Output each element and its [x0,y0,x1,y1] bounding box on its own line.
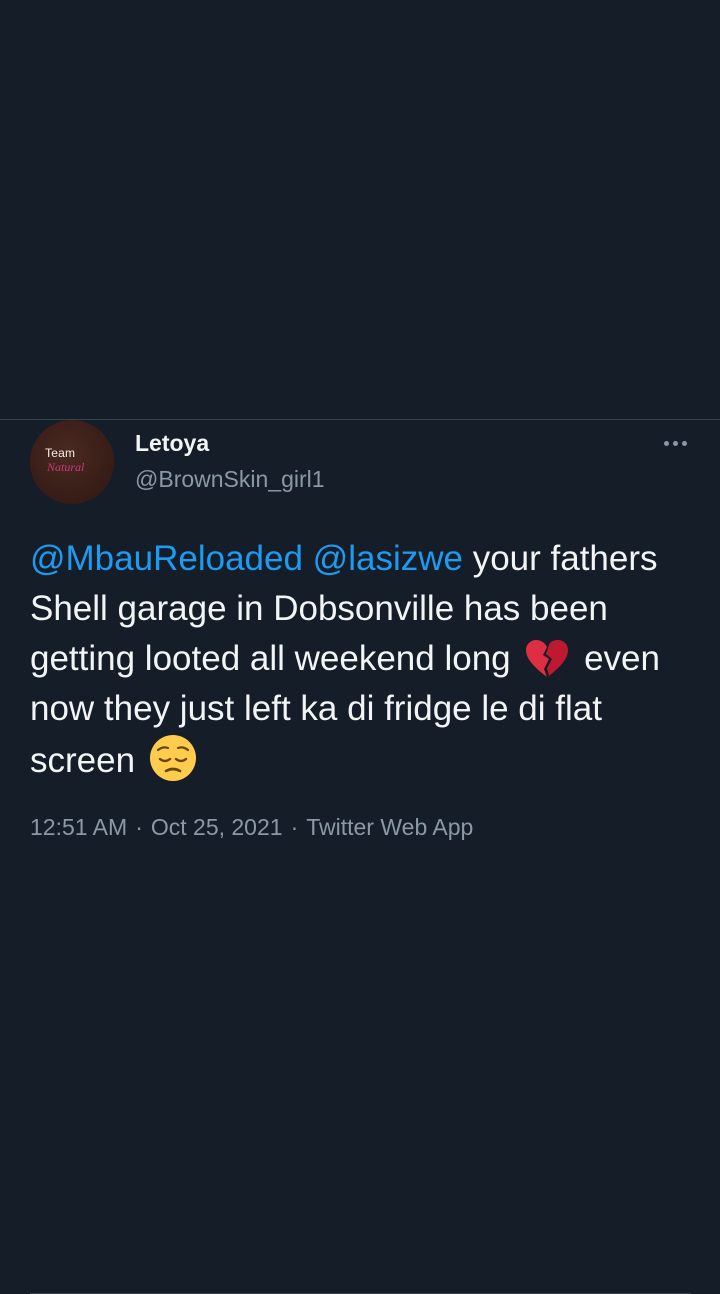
tweet-metadata: 12:51 AM · Oct 25, 2021 · Twitter Web App [30,814,473,841]
tweet-time[interactable]: 12:51 AM [30,814,127,840]
tweet-date[interactable]: Oct 25, 2021 [151,814,283,840]
more-options-button[interactable] [658,432,692,454]
meta-separator: · [290,814,299,840]
tweet-text: @MbauReloaded @lasizwe your fathers Shel… [30,534,700,786]
tweet-source[interactable]: Twitter Web App [306,814,473,840]
meta-separator: · [135,814,143,840]
avatar[interactable]: Team Natural [30,420,114,504]
broken-heart-icon [526,640,569,677]
avatar-text-natural: Natural [47,460,85,474]
more-horizontal-icon [663,440,669,446]
more-horizontal-icon-dot [681,440,687,446]
author-display-name[interactable]: Letoya [135,430,209,457]
more-horizontal-icon-dot [672,440,678,446]
pensive-face-icon [149,735,196,781]
avatar-text-team: Team [45,446,76,460]
tweet[interactable]: Team Natural Letoya @BrownSkin_girl1 @Mb… [0,420,720,1294]
mention-link[interactable]: @MbauReloaded [30,539,303,578]
mention-link[interactable]: @lasizwe [313,539,463,578]
author-handle[interactable]: @BrownSkin_girl1 [135,466,325,493]
